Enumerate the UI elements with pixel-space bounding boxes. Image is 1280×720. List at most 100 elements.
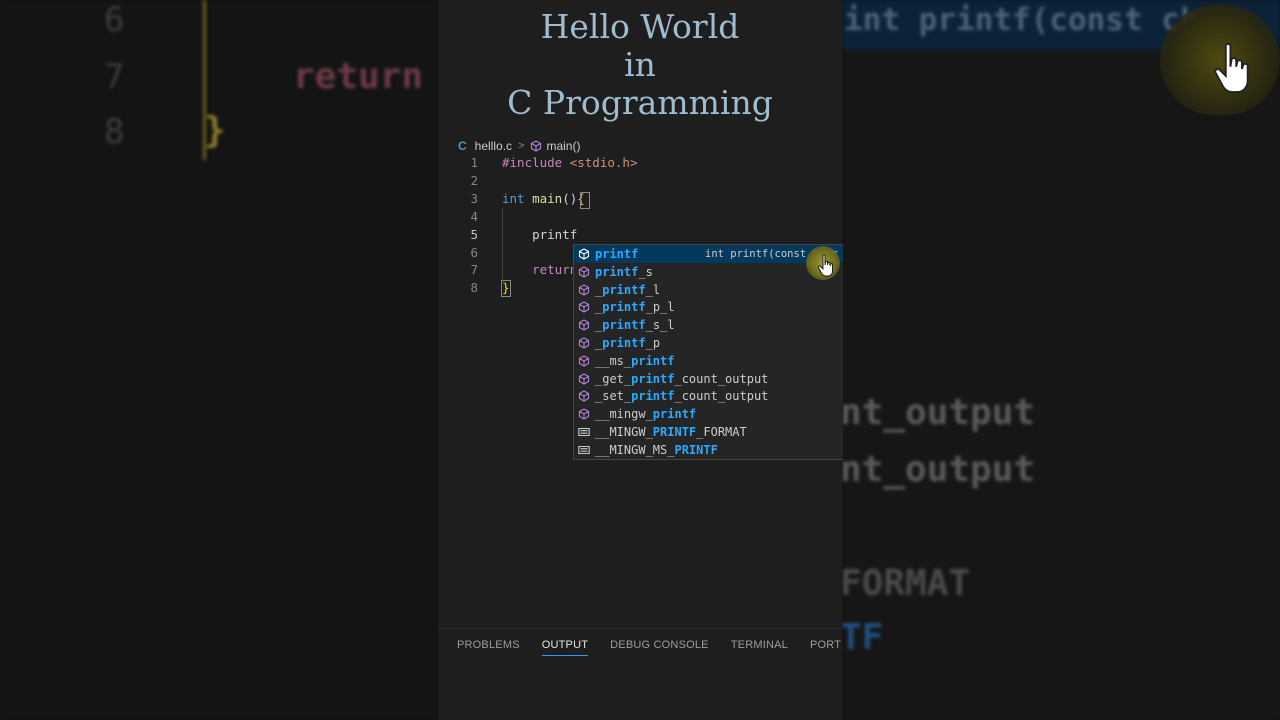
suggestion-item[interactable]: __MINGW_PRINTF_FORMAT — [574, 423, 843, 441]
background-return-text: return — [293, 56, 424, 97]
line-text: #include <stdio.h> — [502, 154, 637, 172]
match-highlight: printf — [602, 318, 646, 333]
method-cube-icon — [578, 319, 590, 331]
background-line-number: 6 — [104, 0, 125, 40]
label-part: __mingw_ — [595, 407, 653, 422]
code-line[interactable]: 1 #include <stdio.h> — [438, 154, 842, 172]
background-suggest-text: nt_output — [842, 392, 1036, 433]
c-language-icon: C — [458, 139, 467, 153]
match-highlight: printf — [602, 300, 646, 315]
line-number: 5 — [470, 226, 478, 242]
suggestion-item[interactable]: printf int printf(const char * — [574, 245, 843, 263]
code-token: return — [532, 262, 578, 278]
background-suggest-text: FORMAT — [842, 563, 971, 604]
background-line-number: 7 — [104, 57, 125, 97]
label-part: _set_ — [595, 389, 632, 404]
method-cube-icon — [578, 372, 590, 385]
video-title: Hello World in C Programming — [438, 8, 842, 122]
method-cube-icon — [578, 266, 590, 278]
line-number: 4 — [470, 208, 478, 224]
label-part: _s_l — [645, 318, 675, 333]
suggestion-label: _get_printf_count_output — [595, 370, 768, 388]
suggestion-label: _set_printf_count_output — [595, 387, 768, 405]
method-cube-icon — [578, 390, 590, 403]
match-highlight: printf — [631, 389, 675, 404]
panel-tabs: PROBLEMS OUTPUT DEBUG CONSOLE TERMINAL PORTS — [457, 639, 842, 656]
suggestion-label: __ms_printf — [595, 352, 674, 370]
chevron-right-icon: > — [518, 140, 525, 152]
code-line[interactable]: 5 printf — [438, 226, 842, 244]
line-number: 1 — [470, 155, 478, 170]
label-part: _l — [645, 282, 661, 297]
suggestion-item[interactable]: _printf_p — [574, 334, 843, 352]
title-line-3: C Programming — [507, 83, 773, 122]
label-part: __MINGW_MS_ — [595, 442, 675, 457]
label-part: _s — [638, 264, 653, 279]
line-number: 3 — [470, 190, 478, 206]
code-line[interactable]: 2 — [438, 172, 842, 190]
suggestion-item[interactable]: printf_s — [574, 263, 843, 281]
background-brace: } — [204, 110, 226, 151]
code-token: main — [532, 190, 563, 206]
background-suggest-text: nt_output — [842, 449, 1036, 490]
tab-output[interactable]: OUTPUT — [541, 639, 589, 656]
code-line[interactable]: 3 int main(){ — [438, 190, 842, 208]
suggestion-item[interactable]: __ms_printf — [574, 352, 843, 370]
suggestion-label: _printf_l — [595, 281, 660, 299]
method-cube-icon — [531, 140, 542, 152]
suggestion-item[interactable]: __MINGW_MS_PRINTF — [574, 441, 843, 459]
line-number: 2 — [470, 172, 478, 188]
match-highlight: PRINTF — [652, 425, 697, 439]
label-part: _count_output — [674, 371, 769, 386]
background-hand-cursor-icon — [1214, 43, 1249, 93]
breadcrumb: C helllo.c > main() — [458, 138, 580, 154]
match-highlight: printf — [602, 282, 646, 297]
match-highlight: printf — [595, 247, 639, 261]
line-text: printf — [502, 226, 577, 244]
suggest-widget[interactable]: printf int printf(const char * printf_s _pr… — [573, 244, 843, 460]
bottom-panel: PROBLEMS OUTPUT DEBUG CONSOLE TERMINAL PORTS — [438, 628, 842, 720]
text-snippet-icon — [578, 427, 590, 437]
suggestion-item[interactable]: _get_printf_count_output — [574, 370, 843, 388]
line-number: 7 — [470, 262, 478, 278]
breadcrumb-symbol[interactable]: main() — [546, 139, 580, 153]
line-number: 8 — [470, 280, 478, 296]
suggestion-item[interactable]: _printf_p_l — [574, 298, 843, 316]
suggestion-item[interactable]: _printf_s_l — [574, 316, 843, 334]
code-line[interactable]: 4 — [438, 208, 842, 226]
label-part: _p_l — [645, 300, 675, 315]
method-cube-icon — [578, 301, 590, 314]
match-highlight: printf — [631, 353, 675, 368]
suggestion-label: _printf_p_l — [595, 298, 675, 316]
suggestion-item[interactable]: _set_printf_count_output — [574, 387, 843, 405]
tab-terminal[interactable]: TERMINAL — [731, 639, 788, 656]
match-highlight: printf — [631, 371, 675, 386]
label-part: _get_ — [595, 371, 632, 386]
method-cube-icon — [578, 283, 590, 296]
method-cube-icon — [578, 408, 590, 420]
line-text: int main(){ — [502, 190, 585, 208]
match-highlight: printf — [595, 264, 639, 279]
tab-problems[interactable]: PROBLEMS — [457, 639, 520, 656]
suggestion-item[interactable]: __mingw_printf — [574, 405, 843, 423]
background-suggest-text: TF — [842, 617, 884, 658]
method-cube-icon — [578, 337, 590, 349]
match-highlight: printf — [652, 407, 697, 422]
suggestion-label: printf_s — [595, 263, 653, 281]
match-highlight: printf — [602, 336, 646, 350]
label-part: __MINGW_ — [595, 425, 653, 439]
line-number: 6 — [470, 244, 478, 260]
bracket-match-open — [580, 192, 590, 209]
suggestion-label: _printf_s_l — [595, 316, 675, 334]
suggestion-label: __mingw_printf — [595, 405, 696, 423]
tab-debug-console[interactable]: DEBUG CONSOLE — [610, 639, 709, 656]
tab-ports[interactable]: PORTS — [810, 639, 842, 656]
suggestion-item[interactable]: _printf_l — [574, 281, 843, 299]
breadcrumb-file[interactable]: helllo.c — [475, 139, 512, 153]
label-part: _p — [645, 336, 661, 350]
label-part: _count_output — [674, 389, 769, 404]
method-cube-icon — [578, 248, 590, 260]
code-token: int — [502, 190, 525, 206]
line-text: return — [502, 261, 577, 279]
